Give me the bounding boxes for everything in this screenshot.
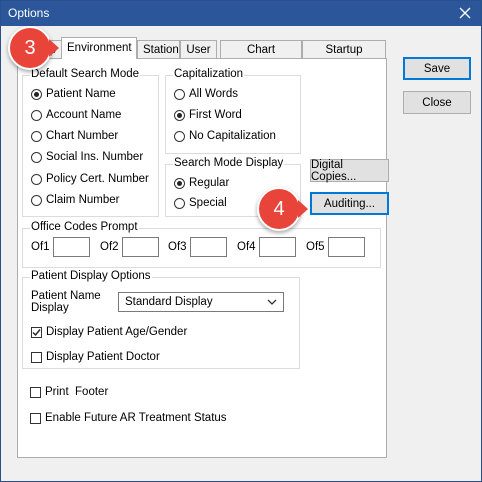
group-title: Patient Display Options — [30, 270, 152, 282]
tab-label: Environment — [67, 42, 132, 54]
office-code-label: Of3 — [168, 241, 187, 253]
save-button[interactable]: Save — [403, 57, 471, 80]
checkbox-future-ar[interactable]: Enable Future AR Treatment Status — [30, 410, 227, 426]
radio-indicator — [174, 130, 185, 142]
radio-label: Regular — [189, 177, 230, 189]
office-code-label: Of1 — [31, 241, 50, 253]
radio-indicator — [31, 109, 42, 121]
office-code-label: Of5 — [306, 241, 325, 253]
radio-chart-number[interactable]: Chart Number — [31, 128, 118, 144]
checkbox-patient-doctor[interactable]: Display Patient Doctor — [31, 349, 160, 365]
radio-indicator — [31, 151, 42, 163]
radio-label: Account Name — [46, 109, 122, 121]
callout-number: 3 — [24, 36, 36, 59]
default-search-mode-group: Default Search Mode Patient Name Account… — [22, 68, 159, 217]
radio-indicator — [31, 88, 42, 100]
radio-indicator — [174, 109, 185, 121]
radio-special[interactable]: Special — [174, 195, 227, 211]
label-line: Display — [31, 302, 69, 314]
radio-label: Claim Number — [46, 194, 120, 206]
radio-indicator — [174, 177, 185, 189]
auditing-button[interactable]: Auditing... — [310, 192, 389, 215]
radio-indicator — [174, 88, 185, 100]
checkbox-print-footer[interactable]: Print Footer — [30, 384, 108, 400]
tab-startup-options[interactable]: Startup Options — [302, 40, 386, 74]
radio-policy-cert-number[interactable]: Policy Cert. Number — [31, 171, 149, 187]
office-code-label: Of2 — [100, 241, 119, 253]
radio-label: First Word — [189, 109, 242, 121]
checkbox-label: Print Footer — [45, 386, 109, 398]
tab-station[interactable]: Station — [137, 40, 180, 58]
office-code-4-input[interactable] — [259, 237, 296, 257]
checkbox-label: Display Patient Age/Gender — [46, 326, 188, 338]
checkbox-label: Enable Future AR Treatment Status — [45, 412, 227, 424]
office-code-5-input[interactable] — [328, 237, 365, 257]
checkbox-indicator — [30, 386, 41, 398]
radio-label: Policy Cert. Number — [46, 173, 149, 185]
radio-label: Social Ins. Number — [46, 151, 144, 163]
radio-indicator — [31, 130, 42, 142]
tab-chart-settings[interactable]: Chart Settings — [220, 40, 302, 74]
radio-social-ins-number[interactable]: Social Ins. Number — [31, 149, 143, 165]
check-icon — [32, 328, 41, 336]
radio-claim-number[interactable]: Claim Number — [31, 192, 120, 208]
close-button[interactable]: Close — [403, 91, 471, 114]
digital-copies-button[interactable]: Digital Copies... — [310, 159, 389, 183]
office-code-label: Of4 — [237, 241, 256, 253]
radio-label: Chart Number — [46, 130, 119, 142]
radio-label: Patient Name — [46, 88, 116, 100]
tab-label: Station — [143, 44, 179, 56]
checkbox-indicator — [31, 326, 42, 338]
options-dialog: Options p Environment Station User Chart… — [0, 0, 482, 482]
office-codes-group: Office Codes Prompt Of1 Of2 Of3 Of4 Of5 — [22, 221, 381, 268]
patient-name-display-label: Patient Name Display — [31, 290, 101, 314]
close-icon[interactable] — [453, 2, 477, 24]
callout-number: 4 — [273, 197, 285, 220]
checkbox-label: Display Patient Doctor — [46, 351, 160, 363]
tab-environment[interactable]: Environment — [61, 37, 137, 59]
select-value: Standard Display — [125, 296, 213, 308]
office-code-3-input[interactable] — [190, 237, 227, 257]
checkbox-indicator — [31, 351, 42, 363]
radio-regular[interactable]: Regular — [174, 175, 229, 191]
environment-panel: Default Search Mode Patient Name Account… — [17, 58, 389, 458]
radio-patient-name[interactable]: Patient Name — [31, 86, 116, 102]
chevron-down-icon — [267, 297, 277, 309]
title-bar: Options — [1, 1, 481, 26]
radio-indicator — [31, 194, 42, 206]
radio-indicator — [174, 197, 185, 209]
group-title: Office Codes Prompt — [30, 221, 139, 233]
patient-name-display-select[interactable]: Standard Display — [118, 292, 284, 312]
radio-indicator — [31, 173, 42, 185]
radio-no-capitalization[interactable]: No Capitalization — [174, 128, 276, 144]
label-line: Patient Name — [31, 290, 101, 302]
callout-pointer — [49, 39, 59, 57]
capitalization-group: Capitalization All Words First Word No C… — [165, 68, 301, 154]
callout-pointer — [298, 200, 308, 218]
radio-label: All Words — [189, 88, 238, 100]
radio-all-words[interactable]: All Words — [174, 86, 238, 102]
group-title: Default Search Mode — [30, 68, 141, 80]
office-code-1-input[interactable] — [53, 237, 90, 257]
step-3-callout: 3 — [8, 26, 59, 70]
checkbox-indicator — [30, 412, 41, 424]
radio-label: Special — [189, 197, 227, 209]
checkbox-age-gender[interactable]: Display Patient Age/Gender — [31, 324, 187, 340]
step-4-callout: 4 — [257, 187, 308, 231]
tab-label: User — [186, 44, 211, 56]
office-code-2-input[interactable] — [122, 237, 159, 257]
radio-first-word[interactable]: First Word — [174, 107, 242, 123]
radio-label: No Capitalization — [189, 130, 276, 142]
radio-account-name[interactable]: Account Name — [31, 107, 121, 123]
patient-display-group: Patient Display Options Patient Name Dis… — [22, 270, 300, 369]
group-title: Capitalization — [173, 68, 245, 80]
window-title: Options — [8, 6, 50, 20]
tab-user[interactable]: User — [180, 40, 217, 58]
group-title: Search Mode Display — [173, 157, 285, 169]
